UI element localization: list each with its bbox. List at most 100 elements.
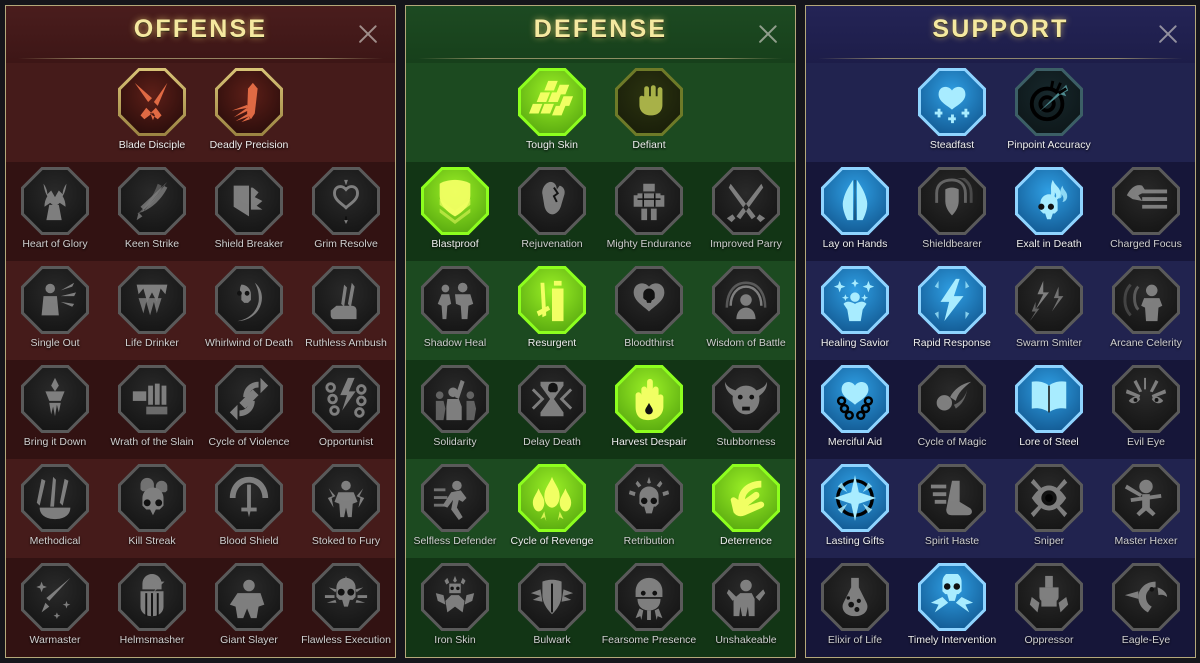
skill-icon-frame[interactable] xyxy=(21,365,89,433)
skill-node[interactable]: Oppressor xyxy=(1005,563,1093,646)
skill-node[interactable]: Deadly Precision xyxy=(205,68,293,151)
skill-node[interactable]: Lasting Gifts xyxy=(811,464,899,547)
skill-icon-frame[interactable] xyxy=(712,167,780,235)
skill-icon-frame[interactable] xyxy=(118,365,186,433)
skill-node[interactable]: Grim Resolve xyxy=(302,167,390,250)
skill-icon-frame[interactable] xyxy=(518,365,586,433)
skill-node[interactable]: Unshakeable xyxy=(702,563,790,646)
skill-icon-frame[interactable] xyxy=(118,167,186,235)
skill-node[interactable]: Bring it Down xyxy=(11,365,99,448)
skill-node[interactable]: Pinpoint Accuracy xyxy=(1005,68,1093,151)
skill-node[interactable]: Improved Parry xyxy=(702,167,790,250)
skill-node[interactable]: Deterrence xyxy=(702,464,790,547)
skill-icon-frame[interactable] xyxy=(615,563,683,631)
skill-node[interactable]: Tough Skin xyxy=(508,68,596,151)
skill-node[interactable]: Life Drinker xyxy=(108,266,196,349)
skill-icon-frame[interactable] xyxy=(918,365,986,433)
skill-node[interactable]: Exalt in Death xyxy=(1005,167,1093,250)
skill-node[interactable]: Whirlwind of Death xyxy=(205,266,293,349)
skill-icon-frame[interactable] xyxy=(215,266,283,334)
skill-node[interactable]: Methodical xyxy=(11,464,99,547)
skill-icon-frame[interactable] xyxy=(118,266,186,334)
skill-node[interactable]: Cycle of Revenge xyxy=(508,464,596,547)
skill-node[interactable]: Defiant xyxy=(605,68,693,151)
skill-icon-frame[interactable] xyxy=(1015,266,1083,334)
skill-icon-frame[interactable] xyxy=(1015,464,1083,532)
skill-node[interactable]: Blood Shield xyxy=(205,464,293,547)
skill-icon-frame[interactable] xyxy=(21,167,89,235)
skill-icon-frame[interactable] xyxy=(1112,464,1180,532)
skill-node[interactable]: Wrath of the Slain xyxy=(108,365,196,448)
skill-icon-frame[interactable] xyxy=(421,167,489,235)
skill-icon-frame[interactable] xyxy=(712,563,780,631)
skill-icon-frame[interactable] xyxy=(118,563,186,631)
skill-node[interactable]: Kill Streak xyxy=(108,464,196,547)
skill-node[interactable]: Shield Breaker xyxy=(205,167,293,250)
skill-icon-frame[interactable] xyxy=(821,365,889,433)
skill-icon-frame[interactable] xyxy=(21,266,89,334)
skill-node[interactable]: Flawless Execution xyxy=(301,563,391,646)
skill-node[interactable]: Spirit Haste xyxy=(908,464,996,547)
skill-icon-frame[interactable] xyxy=(518,167,586,235)
skill-icon-frame[interactable] xyxy=(1112,365,1180,433)
skill-icon-frame[interactable] xyxy=(712,266,780,334)
skill-icon-frame[interactable] xyxy=(312,464,380,532)
skill-node[interactable]: Blastproof xyxy=(411,167,499,250)
skill-node[interactable]: Rejuvenation xyxy=(508,167,596,250)
skill-icon-frame[interactable] xyxy=(1015,365,1083,433)
skill-icon-frame[interactable] xyxy=(1015,68,1083,136)
skill-node[interactable]: Mighty Endurance xyxy=(605,167,693,250)
skill-icon-frame[interactable] xyxy=(518,464,586,532)
skill-icon-frame[interactable] xyxy=(615,464,683,532)
skill-node[interactable]: Heart of Glory xyxy=(11,167,99,250)
skill-node[interactable]: Opportunist xyxy=(302,365,390,448)
skill-node[interactable]: Shieldbearer xyxy=(908,167,996,250)
skill-icon-frame[interactable] xyxy=(118,464,186,532)
skill-icon-frame[interactable] xyxy=(312,563,380,631)
skill-icon-frame[interactable] xyxy=(712,365,780,433)
skill-icon-frame[interactable] xyxy=(518,266,586,334)
skill-icon-frame[interactable] xyxy=(712,464,780,532)
skill-icon-frame[interactable] xyxy=(1015,167,1083,235)
skill-icon-frame[interactable] xyxy=(421,266,489,334)
skill-node[interactable]: Master Hexer xyxy=(1102,464,1190,547)
skill-icon-frame[interactable] xyxy=(918,68,986,136)
skill-node[interactable]: Bloodthirst xyxy=(605,266,693,349)
close-icon[interactable] xyxy=(355,21,381,47)
skill-icon-frame[interactable] xyxy=(918,563,986,631)
skill-icon-frame[interactable] xyxy=(312,167,380,235)
skill-node[interactable]: Steadfast xyxy=(908,68,996,151)
skill-node[interactable]: Timely Intervention xyxy=(908,563,996,646)
skill-node[interactable]: Resurgent xyxy=(508,266,596,349)
skill-icon-frame[interactable] xyxy=(615,167,683,235)
skill-node[interactable]: Eagle-Eye xyxy=(1102,563,1190,646)
skill-node[interactable]: Swarm Smiter xyxy=(1005,266,1093,349)
skill-node[interactable]: Rapid Response xyxy=(908,266,996,349)
skill-node[interactable]: Merciful Aid xyxy=(811,365,899,448)
skill-icon-frame[interactable] xyxy=(615,68,683,136)
skill-node[interactable]: Ruthless Ambush xyxy=(302,266,390,349)
skill-node[interactable]: Lay on Hands xyxy=(811,167,899,250)
skill-icon-frame[interactable] xyxy=(21,563,89,631)
skill-icon-frame[interactable] xyxy=(518,68,586,136)
skill-node[interactable]: Solidarity xyxy=(411,365,499,448)
skill-node[interactable]: Shadow Heal xyxy=(411,266,499,349)
skill-node[interactable]: Cycle of Violence xyxy=(205,365,293,448)
skill-node[interactable]: Sniper xyxy=(1005,464,1093,547)
skill-icon-frame[interactable] xyxy=(1112,563,1180,631)
skill-icon-frame[interactable] xyxy=(215,68,283,136)
skill-node[interactable]: Retribution xyxy=(605,464,693,547)
skill-icon-frame[interactable] xyxy=(918,167,986,235)
skill-icon-frame[interactable] xyxy=(421,365,489,433)
skill-node[interactable]: Cycle of Magic xyxy=(908,365,996,448)
skill-node[interactable]: Stoked to Fury xyxy=(302,464,390,547)
skill-icon-frame[interactable] xyxy=(1112,266,1180,334)
skill-node[interactable]: Arcane Celerity xyxy=(1102,266,1190,349)
skill-node[interactable]: Charged Focus xyxy=(1102,167,1190,250)
skill-node[interactable]: Healing Savior xyxy=(811,266,899,349)
skill-node[interactable]: Stubborness xyxy=(702,365,790,448)
skill-node[interactable]: Giant Slayer xyxy=(205,563,293,646)
skill-node[interactable]: Iron Skin xyxy=(411,563,499,646)
skill-icon-frame[interactable] xyxy=(821,464,889,532)
skill-node[interactable]: Elixir of Life xyxy=(811,563,899,646)
